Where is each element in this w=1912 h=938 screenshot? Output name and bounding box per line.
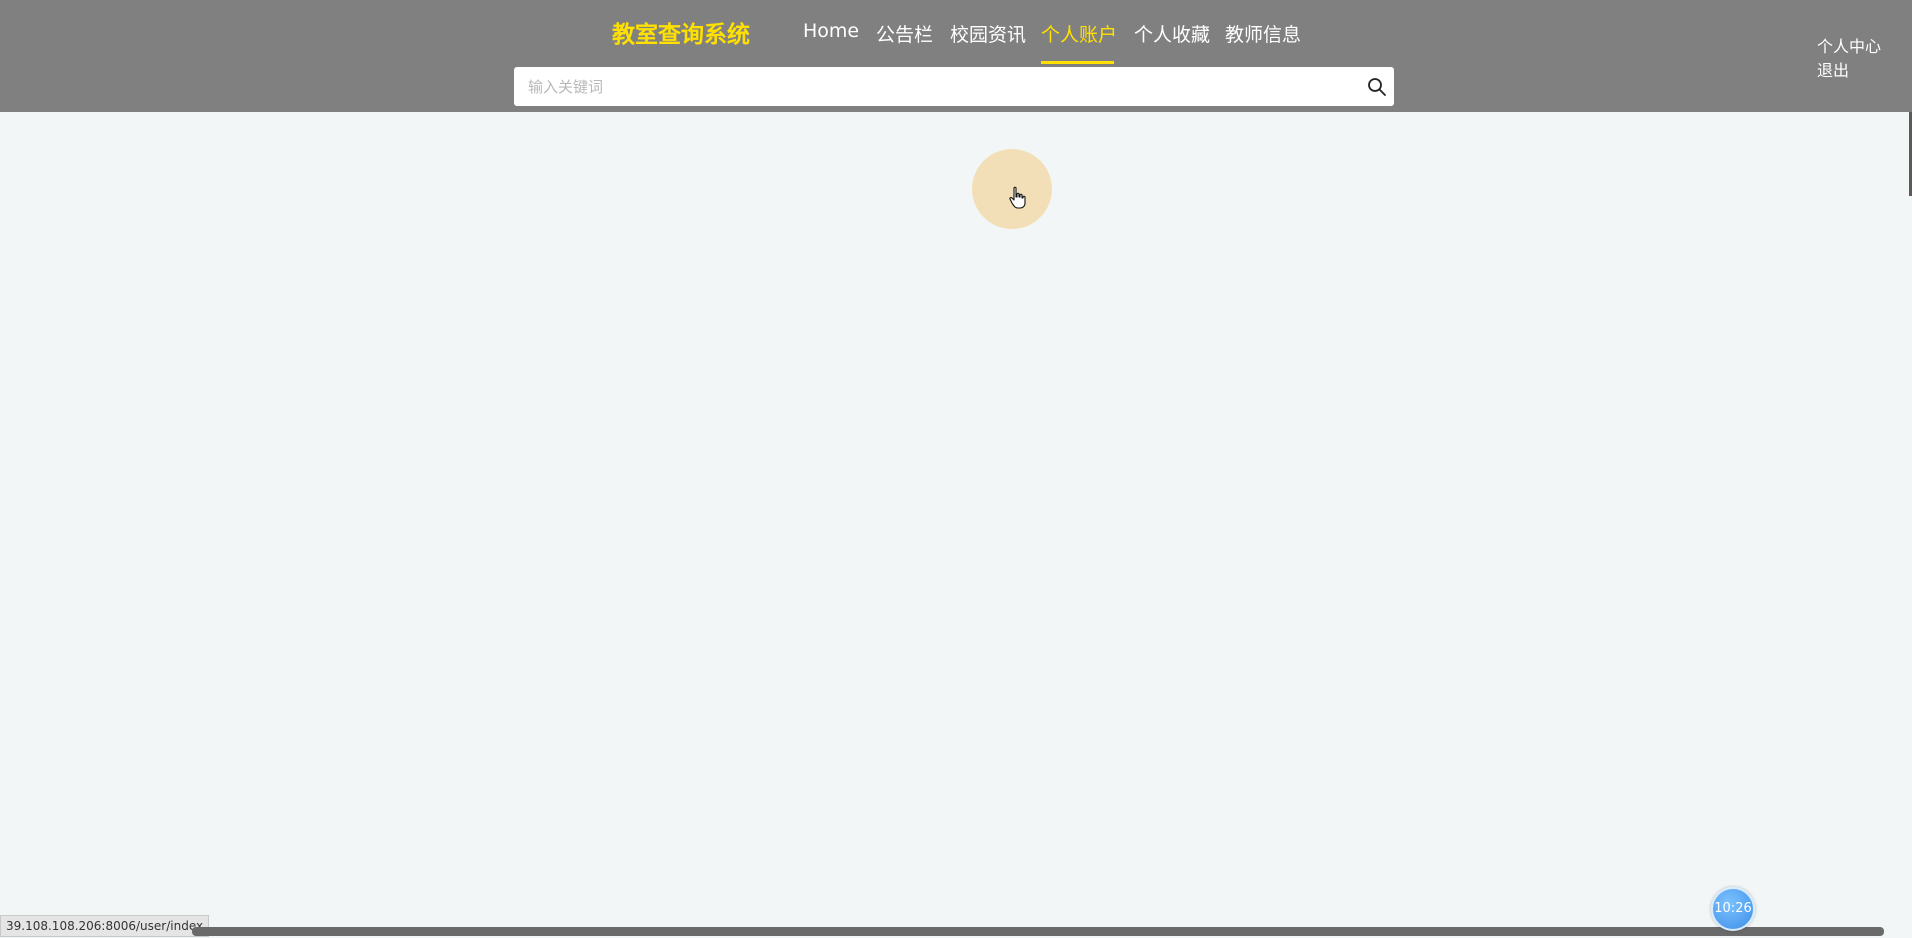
status-bar-url: 39.108.108.206:8006/user/index [0, 915, 210, 937]
horizontal-scrollbar[interactable] [192, 927, 1884, 936]
nav-item-bulletin[interactable]: 公告栏 [876, 20, 933, 47]
personal-center-link[interactable]: 个人中心 [1817, 33, 1881, 57]
logout-link[interactable]: 退出 [1817, 57, 1849, 81]
nav-item-favorites[interactable]: 个人收藏 [1134, 20, 1210, 47]
search-icon[interactable] [1366, 76, 1388, 98]
nav-item-personal-account[interactable]: 个人账户 [1041, 20, 1117, 47]
nav-item-campus-news[interactable]: 校园资讯 [950, 20, 1026, 47]
nav-item-home[interactable]: Home [803, 20, 859, 42]
active-nav-indicator [1041, 61, 1114, 64]
clock-badge[interactable]: 10:26 [1711, 887, 1755, 931]
hand-cursor-icon [1009, 186, 1026, 209]
search-box [514, 67, 1394, 106]
site-title[interactable]: 教室查询系统 [612, 15, 750, 49]
nav-item-teacher-info[interactable]: 教师信息 [1225, 20, 1301, 47]
search-input[interactable] [514, 67, 1344, 106]
top-navigation-bar: 教室查询系统 Home 公告栏 校园资讯 个人账户 个人收藏 教师信息 个人中心… [0, 0, 1912, 112]
